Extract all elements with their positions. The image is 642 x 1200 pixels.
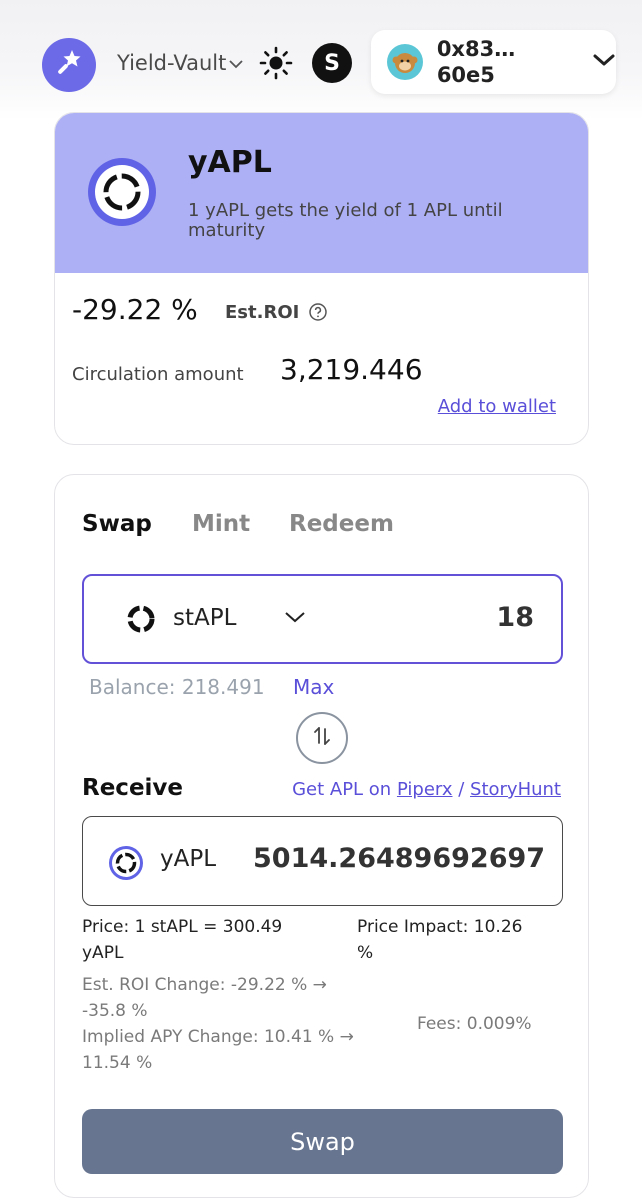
tab-mint[interactable]: Mint bbox=[192, 511, 250, 537]
wallet-address-line1: 0x83… bbox=[436, 37, 516, 61]
token-banner: yAPL 1 yAPL gets the yield of 1 APL unti… bbox=[55, 113, 588, 273]
price-impact-line1: Price Impact: 10.26 bbox=[357, 917, 523, 937]
output-amount: 5014.26489692697 bbox=[253, 843, 546, 874]
top-header: Yield-Vault S 0x83… 60e5 bbox=[0, 0, 642, 120]
input-amount[interactable]: 18 bbox=[334, 602, 534, 633]
yapl-token-icon bbox=[88, 158, 156, 226]
stapl-token-icon bbox=[126, 604, 156, 634]
roi-change-line1: Est. ROI Change: -29.22 % → bbox=[82, 975, 327, 995]
apy-change-info: Implied APY Change: 10.41 % → 11.54 % bbox=[82, 1024, 354, 1076]
apy-change-line1: Implied APY Change: 10.41 % → bbox=[82, 1027, 354, 1047]
monkey-avatar-icon bbox=[387, 44, 423, 80]
vault-name: Yield-Vault bbox=[117, 51, 227, 75]
price-info: Price: 1 stAPL = 300.49 yAPL bbox=[82, 914, 282, 966]
max-button[interactable]: Max bbox=[293, 675, 334, 699]
storyhunt-link[interactable]: StoryHunt bbox=[470, 779, 561, 800]
input-token-field[interactable]: stAPL 18 bbox=[82, 574, 563, 664]
chevron-down-icon bbox=[228, 51, 244, 75]
add-to-wallet-link[interactable]: Add to wallet bbox=[438, 396, 556, 417]
output-token-name: yAPL bbox=[160, 846, 217, 872]
yapl-token-icon bbox=[107, 844, 145, 882]
price-impact-info: Price Impact: 10.26 % bbox=[357, 914, 522, 966]
swap-button[interactable]: Swap bbox=[82, 1109, 563, 1174]
wallet-address-line2: 60e5 bbox=[436, 63, 495, 87]
vault-selector[interactable]: Yield-Vault bbox=[117, 48, 244, 78]
circulation-amount-value: 3,219.446 bbox=[280, 353, 423, 386]
get-apl-text: Get APL on Piperx / StoryHunt bbox=[292, 779, 561, 800]
input-token-name: stAPL bbox=[173, 605, 237, 631]
est-roi-label: Est.ROI bbox=[225, 302, 300, 323]
price-line2: yAPL bbox=[82, 943, 124, 963]
link-separator: / bbox=[458, 779, 465, 800]
chevron-down-icon bbox=[592, 52, 616, 72]
wallet-button[interactable]: 0x83… 60e5 bbox=[371, 30, 616, 94]
output-token-field: yAPL 5014.26489692697 bbox=[82, 816, 563, 906]
chevron-down-icon[interactable] bbox=[284, 609, 306, 628]
tab-swap[interactable]: Swap bbox=[82, 511, 152, 537]
est-roi-value: -29.22 % bbox=[72, 293, 198, 326]
price-line1: Price: 1 stAPL = 300.49 bbox=[82, 917, 283, 937]
app-logo[interactable] bbox=[42, 38, 96, 92]
swap-direction-button[interactable] bbox=[296, 712, 348, 764]
price-impact-line2: % bbox=[357, 943, 374, 963]
help-circle-icon[interactable] bbox=[308, 302, 328, 322]
token-info-card: yAPL 1 yAPL gets the yield of 1 APL unti… bbox=[54, 112, 589, 445]
roi-change-line2: -35.8 % bbox=[82, 1001, 148, 1021]
network-s-badge[interactable]: S bbox=[312, 43, 352, 83]
get-apl-prefix: Get APL on bbox=[292, 779, 392, 800]
fees-info: Fees: 0.009% bbox=[417, 1014, 532, 1034]
balance-text: Balance: 218.491 bbox=[89, 675, 265, 699]
magic-wand-icon bbox=[53, 47, 85, 83]
swap-arrows-icon bbox=[310, 724, 334, 752]
roi-change-info: Est. ROI Change: -29.22 % → -35.8 % bbox=[82, 972, 327, 1024]
swap-card: Swap Mint Redeem stAPL 18 Balance: 218.4… bbox=[54, 474, 589, 1198]
piperx-link[interactable]: Piperx bbox=[397, 779, 453, 800]
token-description: 1 yAPL gets the yield of 1 APL until mat… bbox=[188, 200, 503, 241]
circulation-amount-label: Circulation amount bbox=[72, 364, 244, 385]
token-name: yAPL bbox=[188, 145, 272, 180]
theme-toggle-sun-icon[interactable] bbox=[258, 45, 294, 81]
apy-change-line2: 11.54 % bbox=[82, 1053, 153, 1073]
tab-redeem[interactable]: Redeem bbox=[289, 511, 394, 537]
receive-label: Receive bbox=[82, 775, 184, 801]
